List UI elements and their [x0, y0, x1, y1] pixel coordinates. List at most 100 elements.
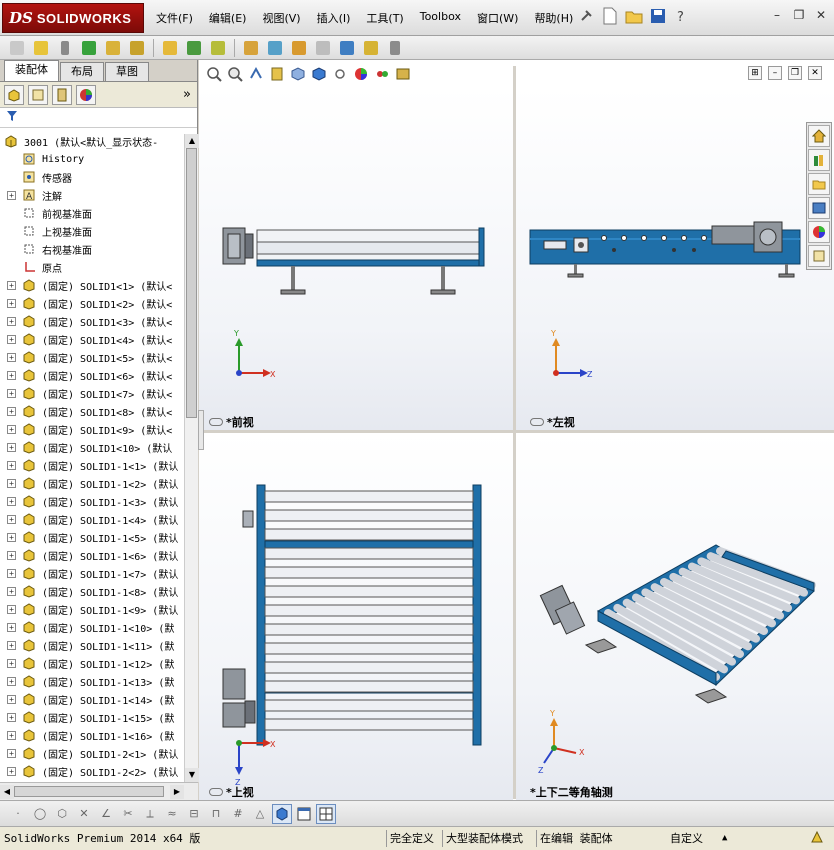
panel-collapse-handle[interactable] — [198, 410, 204, 450]
expand-toggle-icon[interactable]: + — [7, 370, 16, 380]
cross-icon[interactable]: ✕ — [74, 804, 94, 824]
expand-toggle-icon[interactable]: + — [7, 406, 16, 416]
link-views-icon[interactable] — [209, 418, 223, 426]
tree-item[interactable]: + (固定) SOLID1<3> (默认< — [0, 312, 184, 330]
four-view-icon[interactable] — [316, 803, 336, 824]
tree-item[interactable]: + (固定) SOLID1-2<1> (默认 — [0, 744, 184, 762]
tree-item[interactable]: 上视基准面 — [0, 222, 184, 240]
expand-toggle-icon[interactable]: + — [7, 676, 16, 686]
tree-item[interactable]: + (固定) SOLID1-1<1> (默认 — [0, 456, 184, 474]
menu-insert[interactable]: 插入(I) — [309, 10, 359, 26]
expand-toggle-icon[interactable]: + — [7, 568, 16, 578]
tree-item[interactable]: + (固定) SOLID1-1<6> (默认 — [0, 546, 184, 564]
save-icon[interactable] — [648, 6, 668, 26]
tree-item[interactable]: + (固定) SOLID1<5> (默认< — [0, 348, 184, 366]
expand-toggle-icon[interactable]: + — [7, 640, 16, 650]
previous-view-icon[interactable] — [247, 65, 265, 83]
menu-toolbox[interactable]: Toolbox — [412, 10, 469, 26]
apply-scene-icon[interactable] — [373, 65, 391, 83]
menu-window[interactable]: 窗口(W) — [469, 10, 526, 26]
tree-item[interactable]: + (固定) SOLID1-1<2> (默认 — [0, 474, 184, 492]
linear-pattern-icon[interactable] — [78, 38, 100, 58]
feature-manager-tab-icon[interactable] — [4, 84, 24, 105]
instant3d-icon[interactable] — [384, 38, 406, 58]
tree-item[interactable]: History — [0, 150, 184, 168]
restore-icon[interactable]: ❐ — [792, 8, 806, 22]
view-settings-icon[interactable] — [394, 65, 412, 83]
menu-file[interactable]: 文件(F) — [148, 10, 201, 26]
viewport-top[interactable]: X Z *上视 — [199, 433, 513, 800]
expand-toggle-icon[interactable]: + — [7, 352, 16, 362]
display-manager-tab-icon[interactable] — [76, 84, 96, 105]
exploded-view-icon[interactable] — [264, 38, 286, 58]
tree-horizontal-scrollbar[interactable]: ◀ ▶ — [0, 782, 198, 800]
menu-edit[interactable]: 编辑(E) — [201, 10, 255, 26]
scroll-down-icon[interactable]: ▼ — [185, 768, 199, 782]
solidworks-resources-icon[interactable] — [808, 125, 830, 147]
offset-icon[interactable]: ≈ — [162, 804, 182, 824]
viewport-restore-icon[interactable]: ❐ — [788, 66, 802, 80]
tab-layout[interactable]: 布局 — [60, 62, 104, 81]
file-explorer-icon[interactable] — [808, 173, 830, 195]
open-folder-icon[interactable] — [624, 6, 644, 26]
display-style-icon[interactable] — [310, 65, 328, 83]
tree-item[interactable]: + (固定) SOLID1<7> (默认< — [0, 384, 184, 402]
solidworks-logo[interactable]: DS SOLIDWORKS — [2, 3, 144, 33]
expand-toggle-icon[interactable]: + — [7, 604, 16, 614]
viewport-minimize-icon[interactable]: – — [768, 66, 782, 80]
tree-item[interactable]: + (固定) SOLID1<8> (默认< — [0, 402, 184, 420]
scroll-thumb-horizontal[interactable] — [14, 786, 164, 797]
tree-item[interactable]: + A 注解 — [0, 186, 184, 204]
tree-item[interactable]: + (固定) SOLID1-2<2> (默认 — [0, 762, 184, 780]
pin-icon[interactable] — [576, 6, 596, 26]
design-library-icon[interactable] — [808, 149, 830, 171]
expand-toggle-icon[interactable]: + — [7, 280, 16, 290]
mirror-icon[interactable]: ⊟ — [184, 804, 204, 824]
appearances-icon[interactable] — [808, 221, 830, 243]
expand-toggle-icon[interactable]: + — [7, 460, 16, 470]
expand-toggle-icon[interactable]: + — [7, 442, 16, 452]
tree-vertical-scrollbar[interactable]: ▲ ▼ — [184, 134, 199, 782]
angle-icon[interactable]: ∠ — [96, 804, 116, 824]
snap-angle-icon[interactable]: △ — [250, 804, 270, 824]
view-palette-icon[interactable] — [808, 197, 830, 219]
tree-item[interactable]: + (固定) SOLID1<10> (默认 — [0, 438, 184, 456]
filter-icon[interactable] — [6, 110, 20, 125]
single-view-icon[interactable] — [294, 804, 314, 824]
insert-component-icon[interactable] — [6, 38, 28, 58]
expand-toggle-icon[interactable]: + — [7, 712, 16, 722]
tree-item[interactable]: + (固定) SOLID1-1<5> (默认 — [0, 528, 184, 546]
view-orientation-icon[interactable] — [289, 65, 307, 83]
move-component-icon[interactable] — [126, 38, 148, 58]
expand-toggle-icon[interactable]: + — [7, 316, 16, 326]
tree-item[interactable]: + (固定) SOLID1-1<16> (默 — [0, 726, 184, 744]
expand-toggle-icon[interactable]: + — [7, 424, 16, 434]
close-icon[interactable]: ✕ — [814, 8, 828, 22]
tree-item[interactable]: + (固定) SOLID1-1<7> (默认 — [0, 564, 184, 582]
circle-icon[interactable]: ◯ — [30, 804, 50, 824]
grid-icon[interactable]: # — [228, 804, 248, 824]
expand-toggle-icon[interactable]: + — [7, 694, 16, 704]
scroll-right-icon[interactable]: ▶ — [170, 785, 184, 799]
bill-of-materials-icon[interactable] — [240, 38, 262, 58]
minimize-icon[interactable]: – — [770, 8, 784, 22]
scroll-thumb[interactable] — [186, 148, 197, 418]
tree-root-assembly[interactable]: 3001 (默认<默认_显示状态- — [0, 132, 184, 150]
expand-toggle-icon[interactable]: + — [7, 514, 16, 524]
viewport-left[interactable]: Y Z *左视 — [516, 88, 834, 430]
tab-sketch[interactable]: 草图 — [105, 62, 149, 81]
custom-properties-icon[interactable] — [808, 245, 830, 267]
mate-icon[interactable] — [54, 38, 76, 58]
new-document-icon[interactable] — [600, 6, 620, 26]
expand-toggle-icon[interactable]: + — [7, 334, 16, 344]
viewport-close-icon[interactable]: ✕ — [808, 66, 822, 80]
expand-toggle-icon[interactable]: + — [7, 478, 16, 488]
help-icon[interactable]: ? — [672, 6, 692, 26]
scroll-up-icon[interactable]: ▲ — [185, 134, 199, 148]
tree-item[interactable]: 传感器 — [0, 168, 184, 186]
smart-fasteners-icon[interactable] — [102, 38, 124, 58]
tree-item[interactable]: + (固定) SOLID1<6> (默认< — [0, 366, 184, 384]
extend-icon[interactable]: ⟂ — [140, 804, 160, 824]
menu-view[interactable]: 视图(V) — [254, 10, 308, 26]
expand-toggle-icon[interactable]: + — [7, 496, 16, 506]
